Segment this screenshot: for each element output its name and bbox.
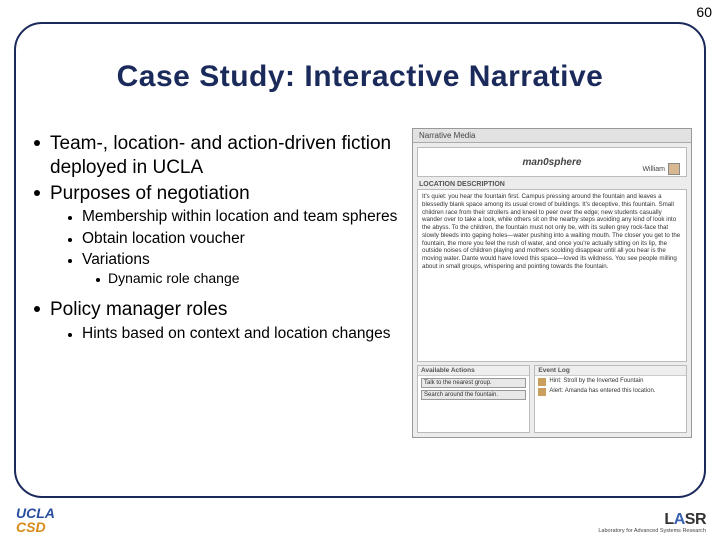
action-button-2[interactable]: Search around the fountain. [421, 390, 526, 400]
avatar-icon [668, 163, 680, 175]
lasr-subtitle: Laboratory for Advanced Systems Research [598, 529, 706, 535]
csd-text: CSD [16, 521, 55, 534]
app-screenshot: Narrative Media man0sphere William LOCAT… [412, 128, 692, 438]
bullet-2-3-1: Dynamic role change [96, 270, 414, 288]
bullet-dot-icon [34, 140, 40, 146]
app-header: man0sphere William [417, 147, 687, 177]
bullet-text: Purposes of negotiation [50, 182, 250, 206]
log-item: Alert: Amanda has entered this location. [538, 388, 683, 396]
hint-icon [538, 378, 546, 386]
bullet-dot-icon [96, 278, 100, 282]
panel-header: Available Actions [418, 366, 529, 376]
lasr-logo: LASR Laboratory for Advanced Systems Res… [598, 511, 706, 535]
log-item: Hint: Stroll by the Inverted Fountain [538, 378, 683, 386]
bullet-3-1: Hints based on context and location chan… [68, 324, 414, 343]
lasr-text: LASR [598, 511, 706, 529]
alert-icon [538, 388, 546, 396]
panel-header: Event Log [535, 366, 686, 376]
bullet-2-3: Variations [68, 250, 414, 269]
user-name: William [642, 166, 665, 173]
location-description: It's quiet: you hear the fountain first.… [417, 189, 687, 362]
bullet-dot-icon [34, 306, 40, 312]
bullet-1: Team-, location- and action-driven ficti… [34, 132, 414, 180]
log-text: Hint: Stroll by the Inverted Fountain [549, 378, 643, 384]
bullet-text: Variations [82, 250, 150, 269]
bullet-2-1: Membership within location and team sphe… [68, 207, 414, 226]
available-actions-panel: Available Actions Talk to the nearest gr… [417, 365, 530, 433]
bullet-dot-icon [68, 216, 72, 220]
bullet-text: Policy manager roles [50, 298, 227, 322]
page-number: 60 [696, 4, 712, 20]
ucla-csd-logo: UCLA CSD [16, 507, 55, 534]
bullet-text: Hints based on context and location chan… [82, 324, 391, 343]
bullet-dot-icon [34, 190, 40, 196]
user-indicator: William [642, 163, 680, 175]
section-label-description: LOCATION DESCRIPTION [413, 179, 691, 188]
bullet-text: Obtain location voucher [82, 229, 245, 248]
bullet-text: Team-, location- and action-driven ficti… [50, 132, 414, 180]
bullet-text: Dynamic role change [108, 270, 240, 288]
bullet-text: Membership within location and team sphe… [82, 207, 397, 226]
bullet-dot-icon [68, 259, 72, 263]
action-button-1[interactable]: Talk to the nearest group. [421, 378, 526, 388]
content-area: Team-, location- and action-driven ficti… [34, 130, 414, 343]
event-log-panel: Event Log Hint: Stroll by the Inverted F… [534, 365, 687, 433]
log-text: Alert: Amanda has entered this location. [549, 388, 655, 394]
app-tab: Narrative Media [413, 129, 691, 143]
bullet-dot-icon [68, 333, 72, 337]
bullet-3: Policy manager roles [34, 298, 414, 322]
bullet-dot-icon [68, 238, 72, 242]
bullet-2-2: Obtain location voucher [68, 229, 414, 248]
app-title: man0sphere [523, 157, 582, 168]
slide-title: Case Study: Interactive Narrative [0, 60, 720, 94]
bullet-2: Purposes of negotiation [34, 182, 414, 206]
